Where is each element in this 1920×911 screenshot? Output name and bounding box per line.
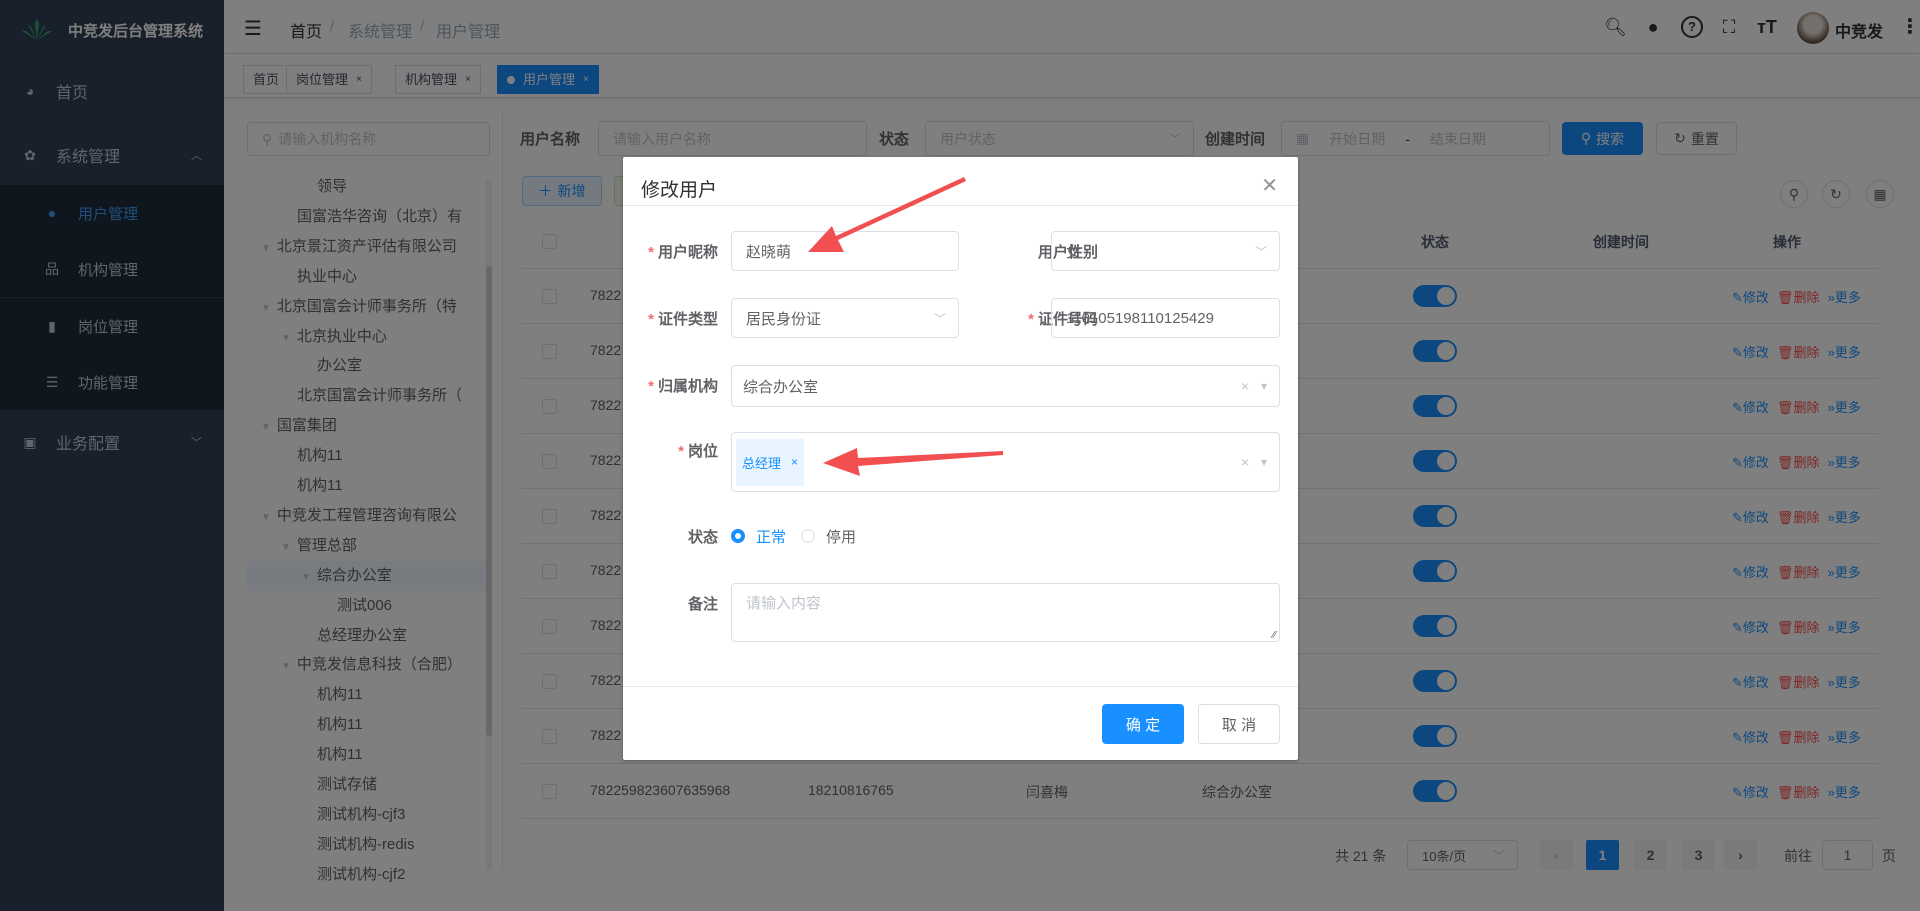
arrow-to-nickname <box>808 177 966 252</box>
arrow-to-post-tag <box>823 448 1003 476</box>
annotation-arrows <box>808 177 1003 476</box>
